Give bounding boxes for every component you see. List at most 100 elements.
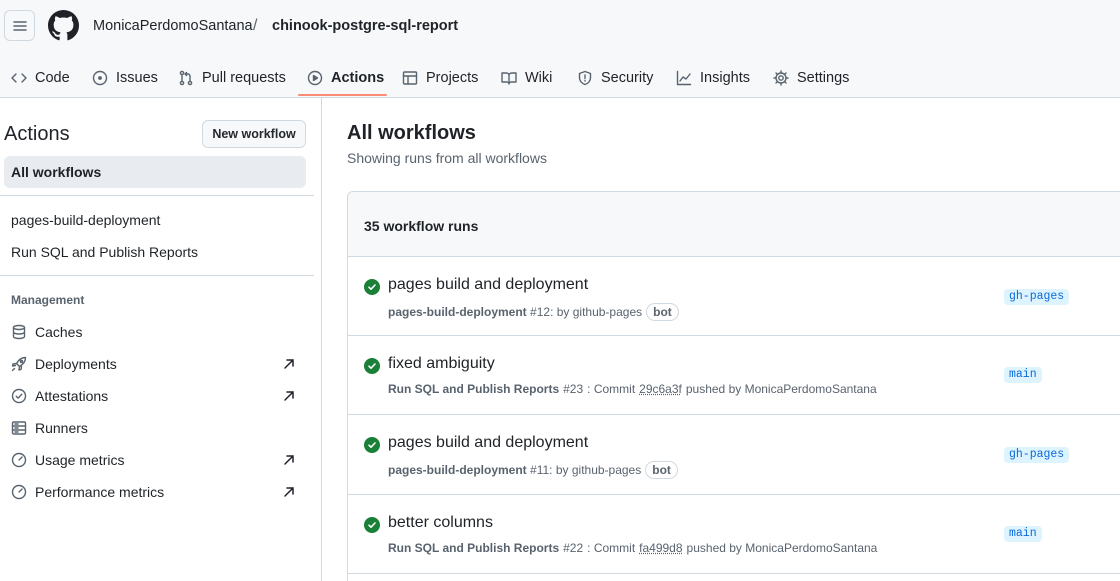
table-icon	[402, 71, 418, 85]
external-link-icon	[284, 487, 294, 497]
sidebar-item-deployments[interactable]: Deployments	[11, 354, 301, 374]
rocket-icon	[11, 356, 27, 372]
tab-label: Pull requests	[202, 70, 286, 86]
run-title[interactable]: fixed ambiguity	[388, 355, 495, 373]
tab-issues[interactable]: Issues	[92, 58, 158, 98]
run-number: #23	[563, 382, 584, 396]
shield-icon	[578, 70, 592, 86]
workflow-run-row[interactable]: fixed ambiguity Run SQL and Publish Repo…	[348, 336, 1120, 415]
sidebar-item-label: Attestations	[35, 388, 109, 404]
tab-label: Issues	[116, 70, 158, 86]
tab-actions[interactable]: Actions	[307, 58, 384, 98]
commit-sha-link[interactable]: 29c6a3f	[639, 382, 682, 396]
sidebar-item-performance-metrics[interactable]: Performance metrics	[11, 482, 301, 502]
success-check-icon	[364, 517, 380, 533]
run-trigger: : Commit	[587, 541, 636, 555]
repo-tabs: Code Issues Pull requests Actions Projec…	[0, 58, 1120, 98]
run-title[interactable]: better columns	[388, 514, 493, 532]
breadcrumb-separator: /	[253, 17, 258, 34]
run-number: #11	[530, 463, 550, 477]
branch-label[interactable]: gh-pages	[1004, 447, 1070, 463]
run-meta: pages-build-deployment #11: by github-pa…	[388, 461, 678, 479]
page-title: All workflows	[347, 122, 476, 144]
tab-label: Code	[35, 70, 70, 86]
tab-settings[interactable]: Settings	[773, 58, 849, 98]
run-workflow-name: pages-build-deployment	[388, 305, 527, 319]
hamburger-icon	[12, 20, 27, 31]
tab-label: Insights	[700, 70, 750, 86]
server-icon	[11, 421, 27, 435]
management-heading: Management	[11, 293, 85, 307]
run-workflow-name: Run SQL and Publish Reports	[388, 541, 560, 555]
sidebar-item-label: Performance metrics	[35, 484, 165, 500]
code-icon	[11, 73, 27, 83]
book-icon	[501, 72, 517, 85]
tab-label: Settings	[797, 70, 850, 86]
sidebar-title: Actions	[4, 123, 70, 145]
tab-pull-requests[interactable]: Pull requests	[178, 58, 286, 98]
run-number: #22	[563, 541, 584, 555]
branch-label[interactable]: main	[1004, 367, 1042, 383]
branch-label[interactable]: gh-pages	[1004, 289, 1070, 305]
tab-label: Actions	[331, 70, 385, 86]
run-workflow-name: Run SQL and Publish Reports	[388, 382, 560, 396]
hamburger-menu-button[interactable]	[4, 10, 35, 41]
external-link-icon	[284, 455, 294, 465]
run-number: #12	[530, 305, 551, 319]
tab-wiki[interactable]: Wiki	[501, 58, 552, 98]
workflow-run-row[interactable]: pages build and deployment pages-build-d…	[348, 415, 1120, 495]
breadcrumb-repo[interactable]: chinook-postgre-sql-report	[272, 17, 458, 35]
run-meta: pages-build-deployment #12: by github-pa…	[388, 303, 679, 321]
github-logo-icon[interactable]	[48, 10, 79, 41]
bot-badge: bot	[645, 461, 678, 479]
sidebar-divider	[0, 275, 314, 276]
workflow-run-row[interactable]: better columns Run SQL and Publish Repor…	[348, 495, 1120, 574]
sidebar-item-run-sql[interactable]: Run SQL and Publish Reports	[11, 244, 198, 260]
sidebar-item-attestations[interactable]: Attestations	[11, 386, 301, 406]
bot-badge: bot	[646, 303, 679, 321]
play-icon	[307, 70, 323, 86]
workflow-runs-list: 35 workflow runs pages build and deploym…	[347, 191, 1120, 581]
branch-label[interactable]: main	[1004, 526, 1042, 542]
sidebar-item-runners[interactable]: Runners	[11, 418, 301, 438]
tab-code[interactable]: Code	[11, 58, 70, 98]
sidebar-item-label: Runners	[35, 420, 88, 436]
actions-sidebar: Actions New workflow All workflows pages…	[0, 98, 322, 581]
issue-icon	[92, 70, 108, 86]
sidebar-item-usage-metrics[interactable]: Usage metrics	[11, 450, 301, 470]
run-title[interactable]: pages build and deployment	[388, 434, 588, 452]
repo-header: MonicaPerdomoSantana / chinook-postgre-s…	[0, 0, 1120, 98]
tab-insights[interactable]: Insights	[676, 58, 750, 98]
run-meta: Run SQL and Publish Reports #22: Commit …	[388, 541, 877, 555]
sidebar-item-label: Caches	[35, 324, 83, 340]
runs-list-header: 35 workflow runs	[348, 192, 1120, 257]
success-check-icon	[364, 279, 380, 295]
sidebar-item-label: Usage metrics	[35, 452, 125, 468]
workflow-run-row[interactable]: pages build and deployment pages-build-d…	[348, 257, 1120, 336]
run-title[interactable]: pages build and deployment	[388, 276, 588, 294]
sidebar-item-all-workflows[interactable]: All workflows	[4, 156, 306, 188]
tab-label: Projects	[426, 70, 479, 86]
run-pusher: pushed by MonicaPerdomoSantana	[686, 541, 878, 555]
tab-label: Wiki	[525, 70, 553, 86]
verified-icon	[11, 388, 27, 404]
sidebar-item-pages-build-deployment[interactable]: pages-build-deployment	[11, 212, 160, 228]
sidebar-item-caches[interactable]: Caches	[11, 322, 301, 342]
run-trigger: : by github-pages	[549, 463, 642, 477]
commit-sha-link[interactable]: fa499d8	[639, 541, 682, 555]
active-tab-indicator	[298, 94, 387, 96]
success-check-icon	[364, 437, 380, 453]
meter-icon	[11, 484, 27, 500]
new-workflow-button[interactable]: New workflow	[202, 120, 306, 148]
tab-label: Security	[601, 70, 654, 86]
run-meta: Run SQL and Publish Reports #23: Commit …	[388, 382, 877, 396]
breadcrumb-owner[interactable]: MonicaPerdomoSantana	[93, 17, 253, 35]
tab-security[interactable]: Security	[577, 58, 653, 98]
tab-projects[interactable]: Projects	[402, 58, 478, 98]
run-trigger: : by github-pages	[550, 305, 643, 319]
meter-icon	[11, 452, 27, 468]
page-subtitle: Showing runs from all workflows	[347, 150, 547, 166]
sidebar-item-label: Deployments	[35, 356, 117, 372]
runs-count: 35 workflow runs	[364, 218, 479, 234]
sidebar-divider	[0, 195, 314, 196]
